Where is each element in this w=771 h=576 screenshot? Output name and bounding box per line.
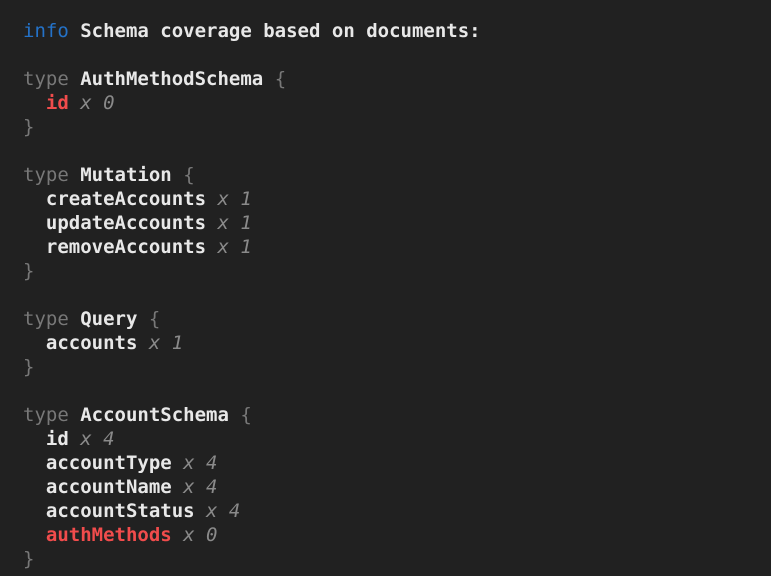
field-name: authMethods	[46, 524, 172, 546]
type-keyword: type	[23, 404, 69, 426]
close-brace: }	[23, 116, 34, 138]
field-line: updateAccounts x 1	[23, 211, 763, 235]
type-name: Query	[80, 308, 137, 330]
type-block-mutation: type Mutation { createAccounts x 1 updat…	[23, 163, 763, 283]
field-name: accountName	[46, 476, 172, 498]
log-level-info: info	[23, 20, 69, 42]
usage-count: x 4	[206, 500, 240, 522]
open-brace: {	[183, 164, 194, 186]
field-name: accountStatus	[46, 500, 195, 522]
field-line: id x 4	[23, 427, 763, 451]
field-name: accountType	[46, 452, 172, 474]
close-brace: }	[23, 356, 34, 378]
field-name: id	[46, 428, 69, 450]
type-header: type Query {	[23, 307, 763, 331]
field-name: accounts	[46, 332, 138, 354]
info-line: info Schema coverage based on documents:	[23, 19, 763, 43]
open-brace: {	[149, 308, 160, 330]
usage-count: x 4	[183, 452, 217, 474]
field-line: accountName x 4	[23, 475, 763, 499]
field-name: createAccounts	[46, 188, 206, 210]
field-line: accounts x 1	[23, 331, 763, 355]
field-name: id	[46, 92, 69, 114]
type-header: type Mutation {	[23, 163, 763, 187]
block-footer: }	[23, 115, 763, 139]
type-name: Mutation	[80, 164, 172, 186]
field-line: authMethods x 0	[23, 523, 763, 547]
info-message: Schema coverage based on documents:	[80, 20, 480, 42]
usage-count: x 4	[183, 476, 217, 498]
type-name: AccountSchema	[80, 404, 229, 426]
field-name: removeAccounts	[46, 236, 206, 258]
terminal-output: info Schema coverage based on documents:…	[0, 0, 771, 571]
block-footer: }	[23, 259, 763, 283]
open-brace: {	[275, 68, 286, 90]
type-header: type AccountSchema {	[23, 403, 763, 427]
usage-count: x 1	[217, 212, 251, 234]
usage-count: x 4	[80, 428, 114, 450]
close-brace: }	[23, 548, 34, 570]
field-name: updateAccounts	[46, 212, 206, 234]
type-block-authmethodschema: type AuthMethodSchema { id x 0 }	[23, 67, 763, 139]
usage-count: x 1	[217, 188, 251, 210]
type-name: AuthMethodSchema	[80, 68, 263, 90]
usage-count: x 0	[80, 92, 114, 114]
field-line: accountStatus x 4	[23, 499, 763, 523]
field-line: accountType x 4	[23, 451, 763, 475]
close-brace: }	[23, 260, 34, 282]
usage-count: x 0	[183, 524, 217, 546]
usage-count: x 1	[149, 332, 183, 354]
type-keyword: type	[23, 164, 69, 186]
type-keyword: type	[23, 308, 69, 330]
field-line: createAccounts x 1	[23, 187, 763, 211]
type-header: type AuthMethodSchema {	[23, 67, 763, 91]
type-block-query: type Query { accounts x 1 }	[23, 307, 763, 379]
usage-count: x 1	[217, 236, 251, 258]
type-block-accountschema: type AccountSchema { id x 4 accountType …	[23, 403, 763, 571]
block-footer: }	[23, 547, 763, 571]
field-line: removeAccounts x 1	[23, 235, 763, 259]
block-footer: }	[23, 355, 763, 379]
type-keyword: type	[23, 68, 69, 90]
open-brace: {	[240, 404, 251, 426]
field-line: id x 0	[23, 91, 763, 115]
